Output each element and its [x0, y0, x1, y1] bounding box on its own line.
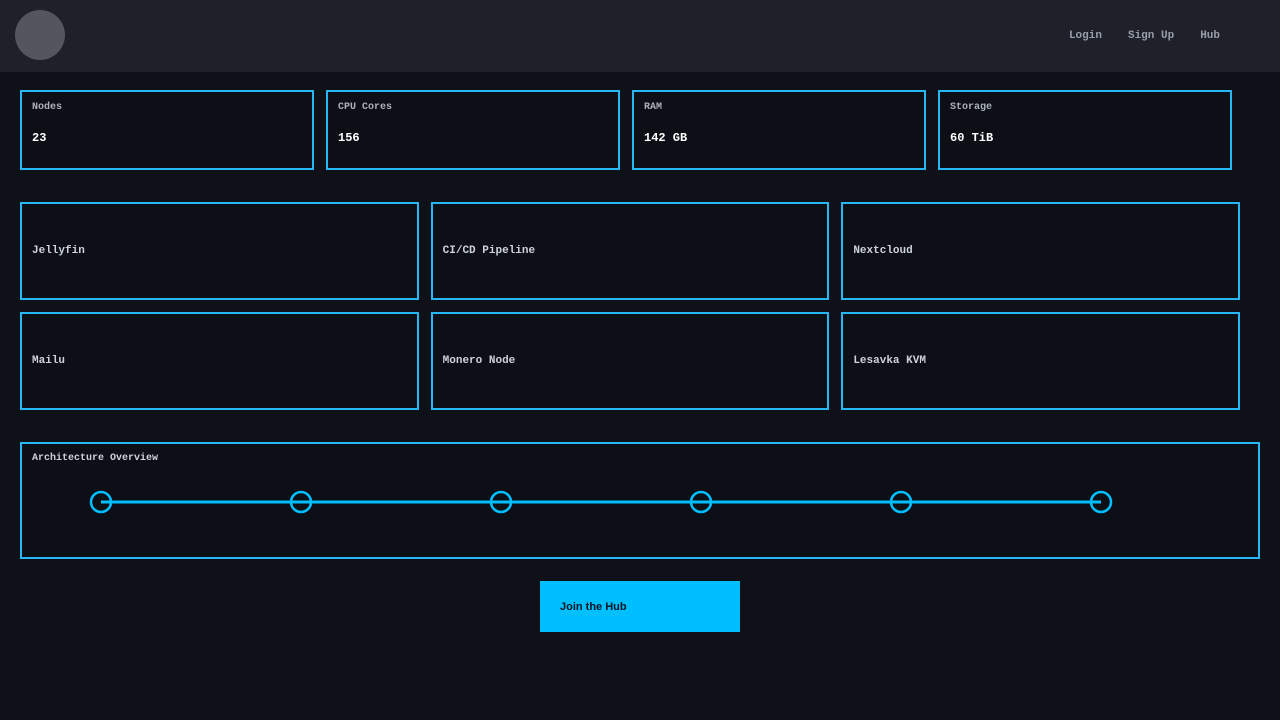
service-card-lesavka-kvm[interactable]: Lesavka KVM: [841, 312, 1240, 410]
service-card-monero-node[interactable]: Monero Node: [431, 312, 830, 410]
service-card-cicd-pipeline[interactable]: CI/CD Pipeline: [431, 202, 830, 300]
service-name: Monero Node: [443, 355, 516, 367]
service-card-jellyfin[interactable]: Jellyfin: [20, 202, 419, 300]
stat-label: Nodes: [32, 102, 302, 113]
nav-signup-link[interactable]: Sign Up: [1128, 30, 1174, 42]
stats-row: Nodes 23 CPU Cores 156 RAM 142 GB Storag…: [20, 90, 1232, 170]
service-name: Nextcloud: [853, 245, 912, 257]
stat-value: 142 GB: [644, 131, 914, 145]
stat-label: Storage: [950, 102, 1220, 113]
architecture-diagram: [22, 444, 1258, 557]
architecture-overview-card: Architecture Overview: [20, 442, 1260, 559]
service-name: Mailu: [32, 355, 65, 367]
stat-label: CPU Cores: [338, 102, 608, 113]
service-name: Jellyfin: [32, 245, 85, 257]
stat-label: RAM: [644, 102, 914, 113]
stat-card-storage: Storage 60 TiB: [938, 90, 1232, 170]
stat-value: 156: [338, 131, 608, 145]
stat-card-cpu-cores: CPU Cores 156: [326, 90, 620, 170]
join-hub-button[interactable]: Join the Hub: [540, 581, 740, 632]
service-card-mailu[interactable]: Mailu: [20, 312, 419, 410]
avatar[interactable]: [15, 10, 65, 60]
nav-login-link[interactable]: Login: [1069, 30, 1102, 42]
dashboard: Nodes 23 CPU Cores 156 RAM 142 GB Storag…: [0, 90, 1280, 632]
service-name: CI/CD Pipeline: [443, 245, 535, 257]
service-card-nextcloud[interactable]: Nextcloud: [841, 202, 1240, 300]
stat-value: 60 TiB: [950, 131, 1220, 145]
main-nav: Login Sign Up Hub: [1069, 0, 1220, 72]
join-hub-label: Join the Hub: [560, 601, 627, 613]
stat-card-nodes: Nodes 23: [20, 90, 314, 170]
stat-value: 23: [32, 131, 302, 145]
nav-hub-link[interactable]: Hub: [1200, 30, 1220, 42]
service-name: Lesavka KVM: [853, 355, 926, 367]
top-bar: Login Sign Up Hub: [0, 0, 1280, 72]
services-grid: Jellyfin CI/CD Pipeline Nextcloud Mailu …: [20, 202, 1240, 410]
stat-card-ram: RAM 142 GB: [632, 90, 926, 170]
